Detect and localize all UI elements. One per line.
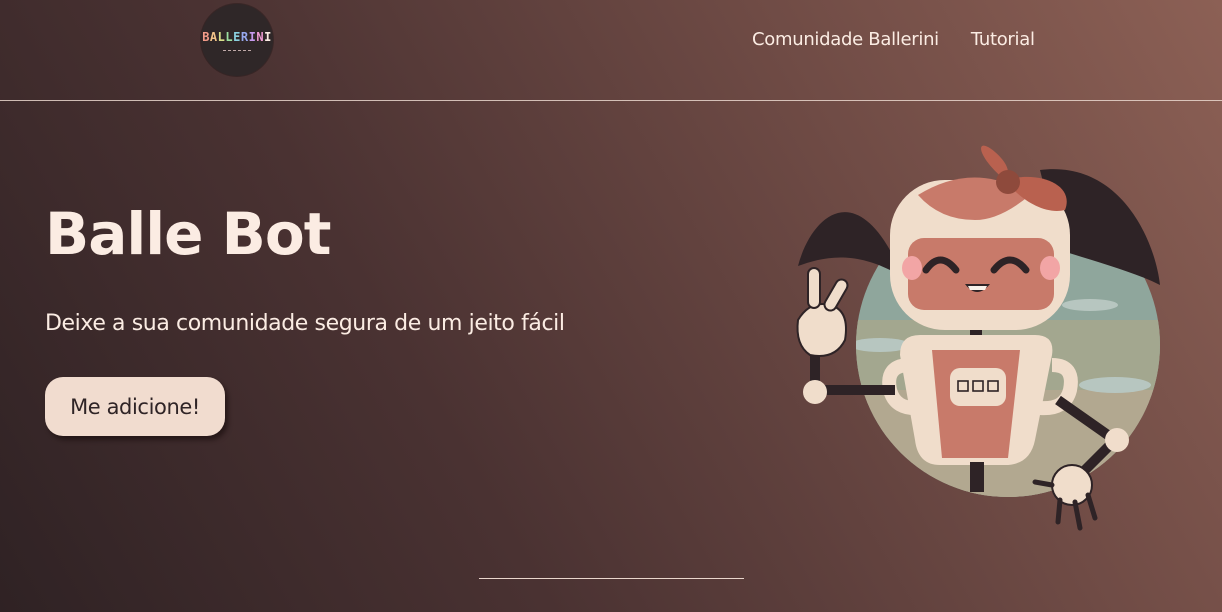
add-bot-button[interactable]: Me adicione! (45, 377, 225, 436)
top-navigation-bar: BALLERINI Comunidade Ballerini Tutorial (0, 0, 1222, 100)
hero-subtitle: Deixe a sua comunidade segura de um jeit… (45, 311, 565, 336)
logo-squiggle (223, 46, 251, 51)
logo-wordmark: BALLERINI (202, 29, 272, 44)
hero-title: Balle Bot (45, 200, 331, 268)
robot-mascot-illustration (796, 145, 1160, 531)
nav-link-comunidade[interactable]: Comunidade Ballerini (752, 29, 939, 50)
nav-link-tutorial[interactable]: Tutorial (971, 29, 1035, 50)
ballerini-logo-icon[interactable]: BALLERINI (201, 4, 273, 76)
header-divider (0, 100, 1222, 101)
main-nav: Comunidade Ballerini Tutorial (752, 29, 1035, 50)
section-divider (479, 578, 744, 579)
